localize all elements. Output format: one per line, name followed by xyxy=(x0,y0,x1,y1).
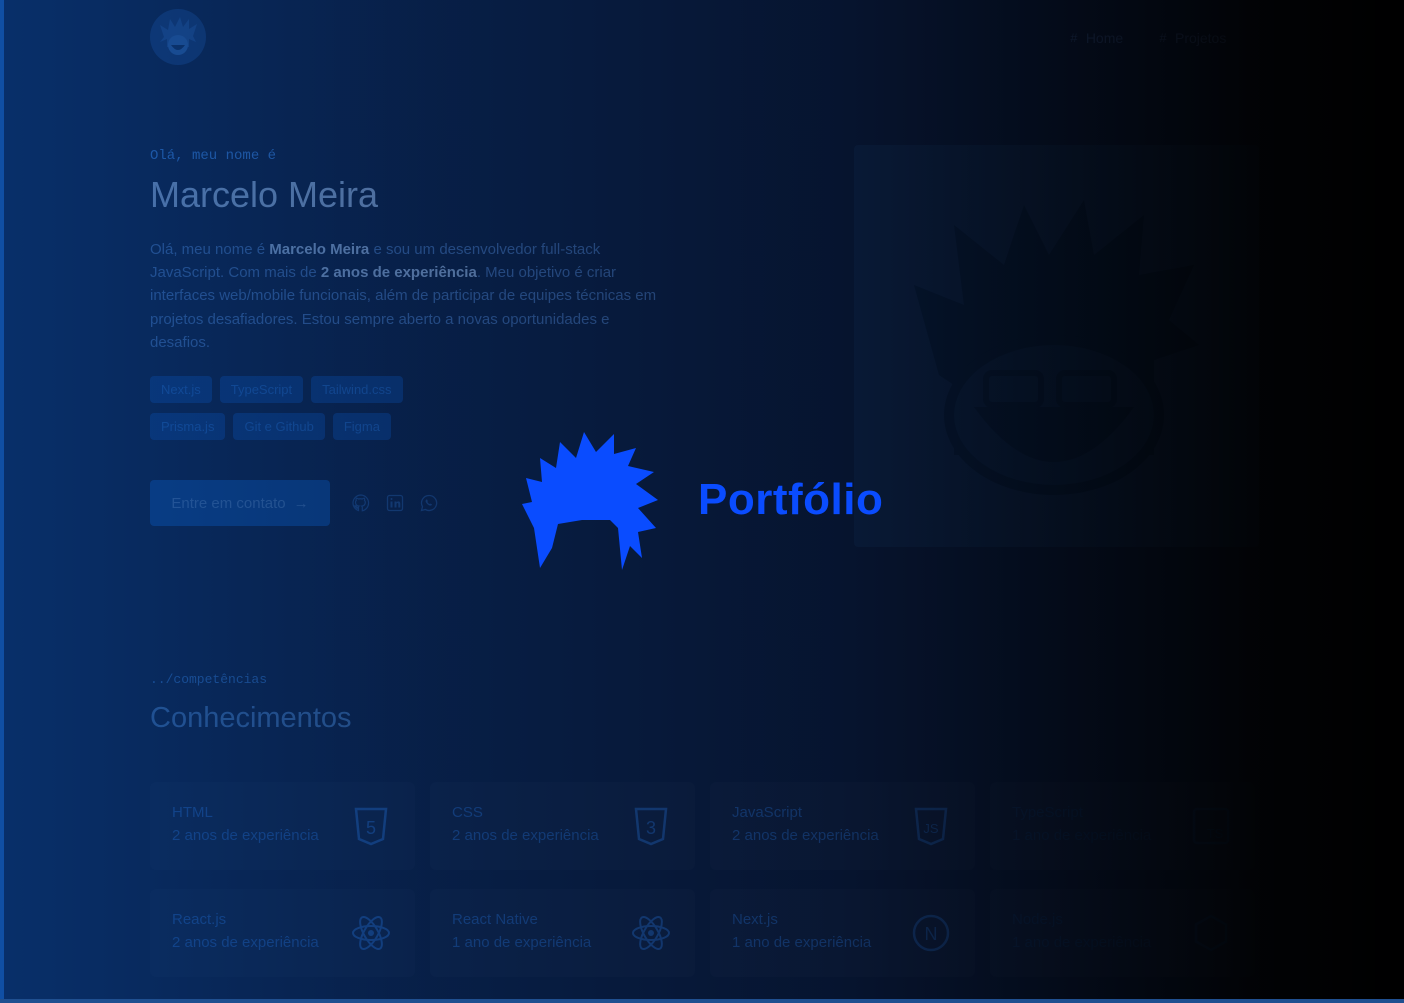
arrow-right-icon: → xyxy=(293,494,309,512)
skill-experience: 1 ano de experiência xyxy=(1012,934,1152,951)
site-logo[interactable] xyxy=(150,9,206,65)
svg-text:5: 5 xyxy=(366,818,376,838)
skill-card-react-native: React Native 1 ano de experiência xyxy=(430,889,695,977)
nav-projects-number: # xyxy=(1159,30,1167,46)
hero-desc-bold-experience: 2 anos de experiência xyxy=(320,264,477,282)
tag-tailwind: Tailwind.css xyxy=(311,376,403,403)
typescript-icon: TS xyxy=(1192,807,1230,845)
skill-name: TypeScript xyxy=(1012,804,1083,821)
skill-name: React.js xyxy=(172,911,227,928)
skill-name: JavaScript xyxy=(732,804,803,821)
hero-desc-bold-name: Marcelo Meira xyxy=(269,241,370,258)
nodejs-icon xyxy=(1194,914,1228,952)
skill-experience: 2 anos de experiência xyxy=(172,934,319,951)
tag-nextjs: Next.js xyxy=(150,376,212,403)
tag-typescript: TypeScript xyxy=(219,376,304,403)
skill-experience: 2 anos de experiência xyxy=(452,827,599,844)
skill-experience: 1 ano de experiência xyxy=(452,934,592,951)
html5-icon: 5 xyxy=(354,807,388,846)
skill-experience: 2 anos de experiência xyxy=(732,827,879,844)
nav-projects-label: Projetos xyxy=(1174,30,1227,46)
skill-card-typescript: TypeScript 1 ano de experiência TS xyxy=(990,782,1255,870)
nav-home-number: # xyxy=(1070,30,1078,46)
github-icon[interactable] xyxy=(351,493,371,513)
contact-button-label: Entre em contato xyxy=(171,494,286,512)
linkedin-icon[interactable] xyxy=(385,493,405,513)
hero-name: Marcelo Meira xyxy=(150,174,379,215)
skill-card-html: HTML 2 anos de experiência 5 xyxy=(150,782,415,870)
nav-projects[interactable]: # Projetos xyxy=(1159,30,1226,46)
competencies-title: Conhecimentos xyxy=(150,702,352,734)
react-native-icon xyxy=(632,916,670,950)
social-links xyxy=(351,493,439,513)
javascript-icon: JS xyxy=(914,807,948,846)
competencies-kicker: ../competências xyxy=(150,672,268,687)
hero-desc-part-1: Olá, meu nome é xyxy=(150,241,270,258)
skill-name: Next.js xyxy=(732,911,778,928)
svg-text:3: 3 xyxy=(646,818,656,838)
skill-card-nextjs: Next.js 1 ano de experiência N xyxy=(710,889,975,977)
portfolio-page: # Home # Projetos Olá, meu nome é Marcel… xyxy=(0,0,1404,1003)
loading-splash: Portfólio xyxy=(518,428,883,572)
tag-git-github: Git e Github xyxy=(233,413,325,440)
svg-text:N: N xyxy=(925,924,938,944)
svg-text:JS: JS xyxy=(923,821,939,836)
tag-figma: Figma xyxy=(332,413,391,440)
tech-tags: Next.js TypeScript Tailwind.css Prisma.j… xyxy=(150,376,470,440)
skill-name: React Native xyxy=(452,911,538,928)
avatar-illustration-icon xyxy=(914,200,1199,495)
main-nav: # Home # Projetos xyxy=(1070,30,1226,46)
hero-kicker: Olá, meu nome é xyxy=(150,148,277,164)
skill-card-css: CSS 2 anos de experiência 3 xyxy=(430,782,695,870)
skill-card-nodejs: Node.js 1 ano de experiência xyxy=(990,889,1255,977)
css3-icon: 3 xyxy=(634,807,668,846)
skill-experience: 2 anos de experiência xyxy=(172,827,319,844)
nav-home[interactable]: # Home xyxy=(1070,30,1123,46)
hero-description: Olá, meu nome é Marcelo Meira e sou um d… xyxy=(150,238,670,354)
whatsapp-icon[interactable] xyxy=(419,493,439,513)
avatar-logo-icon xyxy=(160,17,197,55)
skill-experience: 1 ano de experiência xyxy=(732,934,872,951)
nav-home-label: Home xyxy=(1085,30,1124,46)
skill-name: CSS xyxy=(452,804,483,821)
tag-prisma: Prisma.js xyxy=(150,413,226,440)
react-icon xyxy=(352,916,390,950)
spiky-hair-logo-icon xyxy=(522,432,658,570)
skill-name: HTML xyxy=(172,804,213,821)
nextjs-icon: N xyxy=(912,914,950,952)
skill-experience: 1 ano de experiência xyxy=(1012,827,1152,844)
skill-card-reactjs: React.js 2 anos de experiência xyxy=(150,889,415,977)
avatar-card xyxy=(854,145,1259,547)
contact-button[interactable]: Entre em contato → xyxy=(150,480,330,526)
skill-name: Node.js xyxy=(1012,911,1063,928)
splash-title: Portfólio xyxy=(698,475,884,524)
skill-card-javascript: JavaScript 2 anos de experiência JS xyxy=(710,782,975,870)
svg-text:TS: TS xyxy=(1207,826,1224,841)
